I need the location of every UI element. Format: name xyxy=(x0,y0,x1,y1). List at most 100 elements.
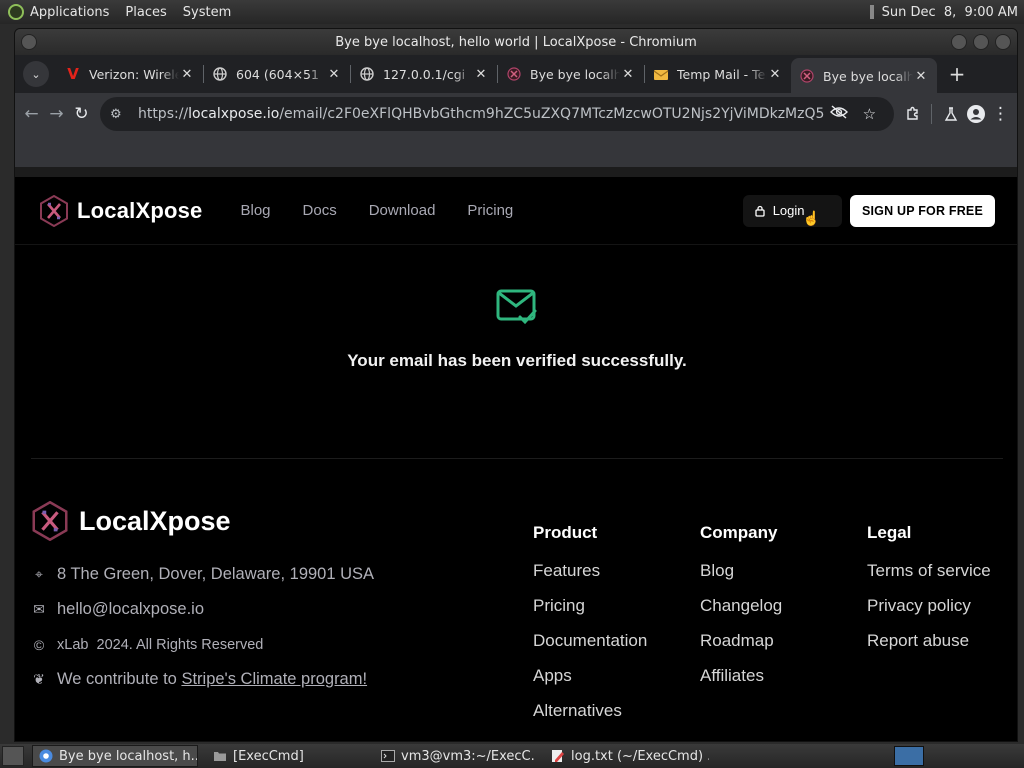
os-top-panel: Applications Places System Sun Dec 8, 9:… xyxy=(0,0,1024,24)
tab-localxpose-active[interactable]: Bye bye localhost ✕ xyxy=(791,58,937,94)
kebab-menu-icon: ⋮ xyxy=(992,104,1009,124)
tempmail-icon xyxy=(653,66,669,82)
signup-label: SIGN UP FOR FREE xyxy=(861,203,983,218)
footer-link-apps[interactable]: Apps xyxy=(533,662,647,690)
plus-icon: + xyxy=(948,62,966,86)
workspace-switcher[interactable] xyxy=(894,746,924,766)
extensions-button[interactable] xyxy=(902,98,923,130)
clock[interactable]: Sun Dec 8, 9:00 AM xyxy=(869,4,1024,20)
labs-button[interactable] xyxy=(940,98,961,130)
login-button[interactable]: Login ☝ xyxy=(742,194,842,227)
email-text[interactable]: hello@localxpose.io xyxy=(57,600,204,619)
footer-link-changelog[interactable]: Changelog xyxy=(700,592,782,620)
nav-pricing[interactable]: Pricing xyxy=(467,202,513,219)
footer-link-roadmap[interactable]: Roadmap xyxy=(700,627,782,655)
close-window-button[interactable] xyxy=(995,34,1011,50)
footer-link-privacy[interactable]: Privacy policy xyxy=(867,592,997,620)
taskbar-label: Bye bye localhost, h... xyxy=(59,748,198,764)
os-logo-icon[interactable] xyxy=(8,4,24,20)
back-button[interactable]: ← xyxy=(21,98,42,130)
taskbar-item-editor[interactable]: log.txt (~/ExecCmd) ... xyxy=(544,745,710,767)
location-pin-icon: ⌖ xyxy=(35,566,43,582)
footer-link-terms[interactable]: Terms of service xyxy=(867,557,997,585)
site-footer: LocalXpose ⌖ 8 The Green, Dover, Delawar… xyxy=(15,459,1017,739)
toolbar-separator xyxy=(931,104,933,124)
footer-link-report-abuse[interactable]: Report abuse xyxy=(867,627,997,655)
text-editor-icon xyxy=(551,749,565,763)
signup-button[interactable]: SIGN UP FOR FREE xyxy=(849,194,995,227)
close-tab-icon[interactable]: ✕ xyxy=(179,67,195,82)
close-tab-icon[interactable]: ✕ xyxy=(767,67,783,82)
taskbar-item-chromium[interactable]: Bye bye localhost, h... xyxy=(32,745,198,767)
chromium-icon xyxy=(39,749,53,763)
climate-text: We contribute to Stripe's Climate progra… xyxy=(57,670,367,689)
footer-brand-name: LocalXpose xyxy=(79,505,231,536)
menu-places[interactable]: Places xyxy=(125,5,166,20)
nav-blog[interactable]: Blog xyxy=(240,202,270,219)
profile-button[interactable] xyxy=(965,98,986,130)
show-desktop-button[interactable] xyxy=(2,746,24,766)
nav-download[interactable]: Download xyxy=(369,202,436,219)
verizon-icon: V xyxy=(67,65,79,83)
page-content: LocalXpose Blog Docs Download Pricing Lo… xyxy=(15,177,1017,741)
flask-icon xyxy=(944,107,957,121)
close-tab-icon[interactable]: ✕ xyxy=(620,67,636,82)
footer-link-affiliates[interactable]: Affiliates xyxy=(700,662,782,690)
footer-logo[interactable]: LocalXpose xyxy=(31,501,231,541)
clock-text: Sun Dec 8, 9:00 AM xyxy=(881,4,1018,20)
address-bar[interactable]: ⚙ https://localxpose.io/email/c2F0eXFlQH… xyxy=(99,97,895,131)
footer-link-documentation[interactable]: Documentation xyxy=(533,627,647,655)
footer-heading-product: Product xyxy=(533,523,598,542)
footer-link-pricing[interactable]: Pricing xyxy=(533,592,647,620)
window-menu-icon[interactable] xyxy=(21,34,37,50)
toolbar-spacer xyxy=(15,135,1017,167)
nav-actions: Login ☝ SIGN UP FOR FREE xyxy=(742,194,995,227)
reload-button[interactable]: ↻ xyxy=(71,98,92,130)
hand-cursor-icon: ☝ xyxy=(802,210,820,226)
menu-system[interactable]: System xyxy=(183,5,231,20)
footer-link-alternatives[interactable]: Alternatives xyxy=(533,697,647,725)
brand-name: LocalXpose xyxy=(77,197,203,223)
os-taskbar: Bye bye localhost, h... [ExecCmd] vm3@vm… xyxy=(0,744,1024,768)
forward-button[interactable]: → xyxy=(46,98,67,130)
copyright-icon: © xyxy=(33,636,45,653)
footer-link-blog[interactable]: Blog xyxy=(700,557,782,585)
url-path: /email/c2F0eXFlQHBvbGthcm9hZC5uZXQ7MTczM… xyxy=(279,106,825,122)
folder-icon xyxy=(213,749,227,763)
close-tab-icon[interactable]: ✕ xyxy=(473,67,489,82)
footer-contact: ⌖ 8 The Green, Dover, Delaware, 19901 US… xyxy=(31,557,374,697)
new-tab-button[interactable]: + xyxy=(943,60,971,88)
maximize-button[interactable] xyxy=(973,34,989,50)
arrow-right-icon: → xyxy=(49,104,64,124)
taskbar-item-terminal[interactable]: vm3@vm3:~/ExecC... xyxy=(374,745,536,767)
site-info-icon[interactable]: ⚙ xyxy=(110,107,128,122)
menu-applications[interactable]: Applications xyxy=(30,5,109,20)
tab-localxpose-1[interactable]: Bye bye localhost ✕ xyxy=(498,58,644,90)
eye-slash-icon[interactable] xyxy=(824,105,854,123)
footer-link-features[interactable]: Features xyxy=(533,557,647,585)
tab-temp-mail[interactable]: Temp Mail - Temp ✕ xyxy=(645,58,791,90)
close-tab-icon[interactable]: ✕ xyxy=(913,69,929,84)
verification-panel: Your email has been verified successfull… xyxy=(31,245,1003,459)
url-text[interactable]: https://localxpose.io/email/c2F0eXFlQHBv… xyxy=(138,106,824,122)
puzzle-icon xyxy=(907,106,918,120)
bookmark-star-icon[interactable]: ☆ xyxy=(854,105,884,123)
climate-link[interactable]: Stripe's Climate program! xyxy=(181,670,367,688)
tab-search-button[interactable]: ⌄ xyxy=(23,61,49,87)
avatar-icon xyxy=(966,105,985,123)
tab-localhost-cgi[interactable]: 127.0.0.1/cgi ✕ xyxy=(351,58,497,90)
tab-604[interactable]: 604 (604×51 ✕ xyxy=(204,58,350,90)
footer-copyright: © xLab 2024. All Rights Reserved xyxy=(31,627,374,662)
menu-button[interactable]: ⋮ xyxy=(990,98,1011,130)
nav-docs[interactable]: Docs xyxy=(303,202,337,219)
terminal-icon xyxy=(381,749,395,763)
window-titlebar[interactable]: Bye bye localhost, hello world | LocalXp… xyxy=(15,29,1017,55)
tab-verizon[interactable]: V Verizon: Wireless ✕ xyxy=(57,58,203,90)
minimize-button[interactable] xyxy=(951,34,967,50)
site-logo[interactable]: LocalXpose xyxy=(39,194,203,227)
tab-title: Verizon: Wireless xyxy=(89,66,179,82)
tab-title: 604 (604×51 xyxy=(236,66,319,82)
close-tab-icon[interactable]: ✕ xyxy=(326,67,342,82)
taskbar-item-folder[interactable]: [ExecCmd] xyxy=(206,745,366,767)
footer-heading-company: Company xyxy=(700,523,778,542)
